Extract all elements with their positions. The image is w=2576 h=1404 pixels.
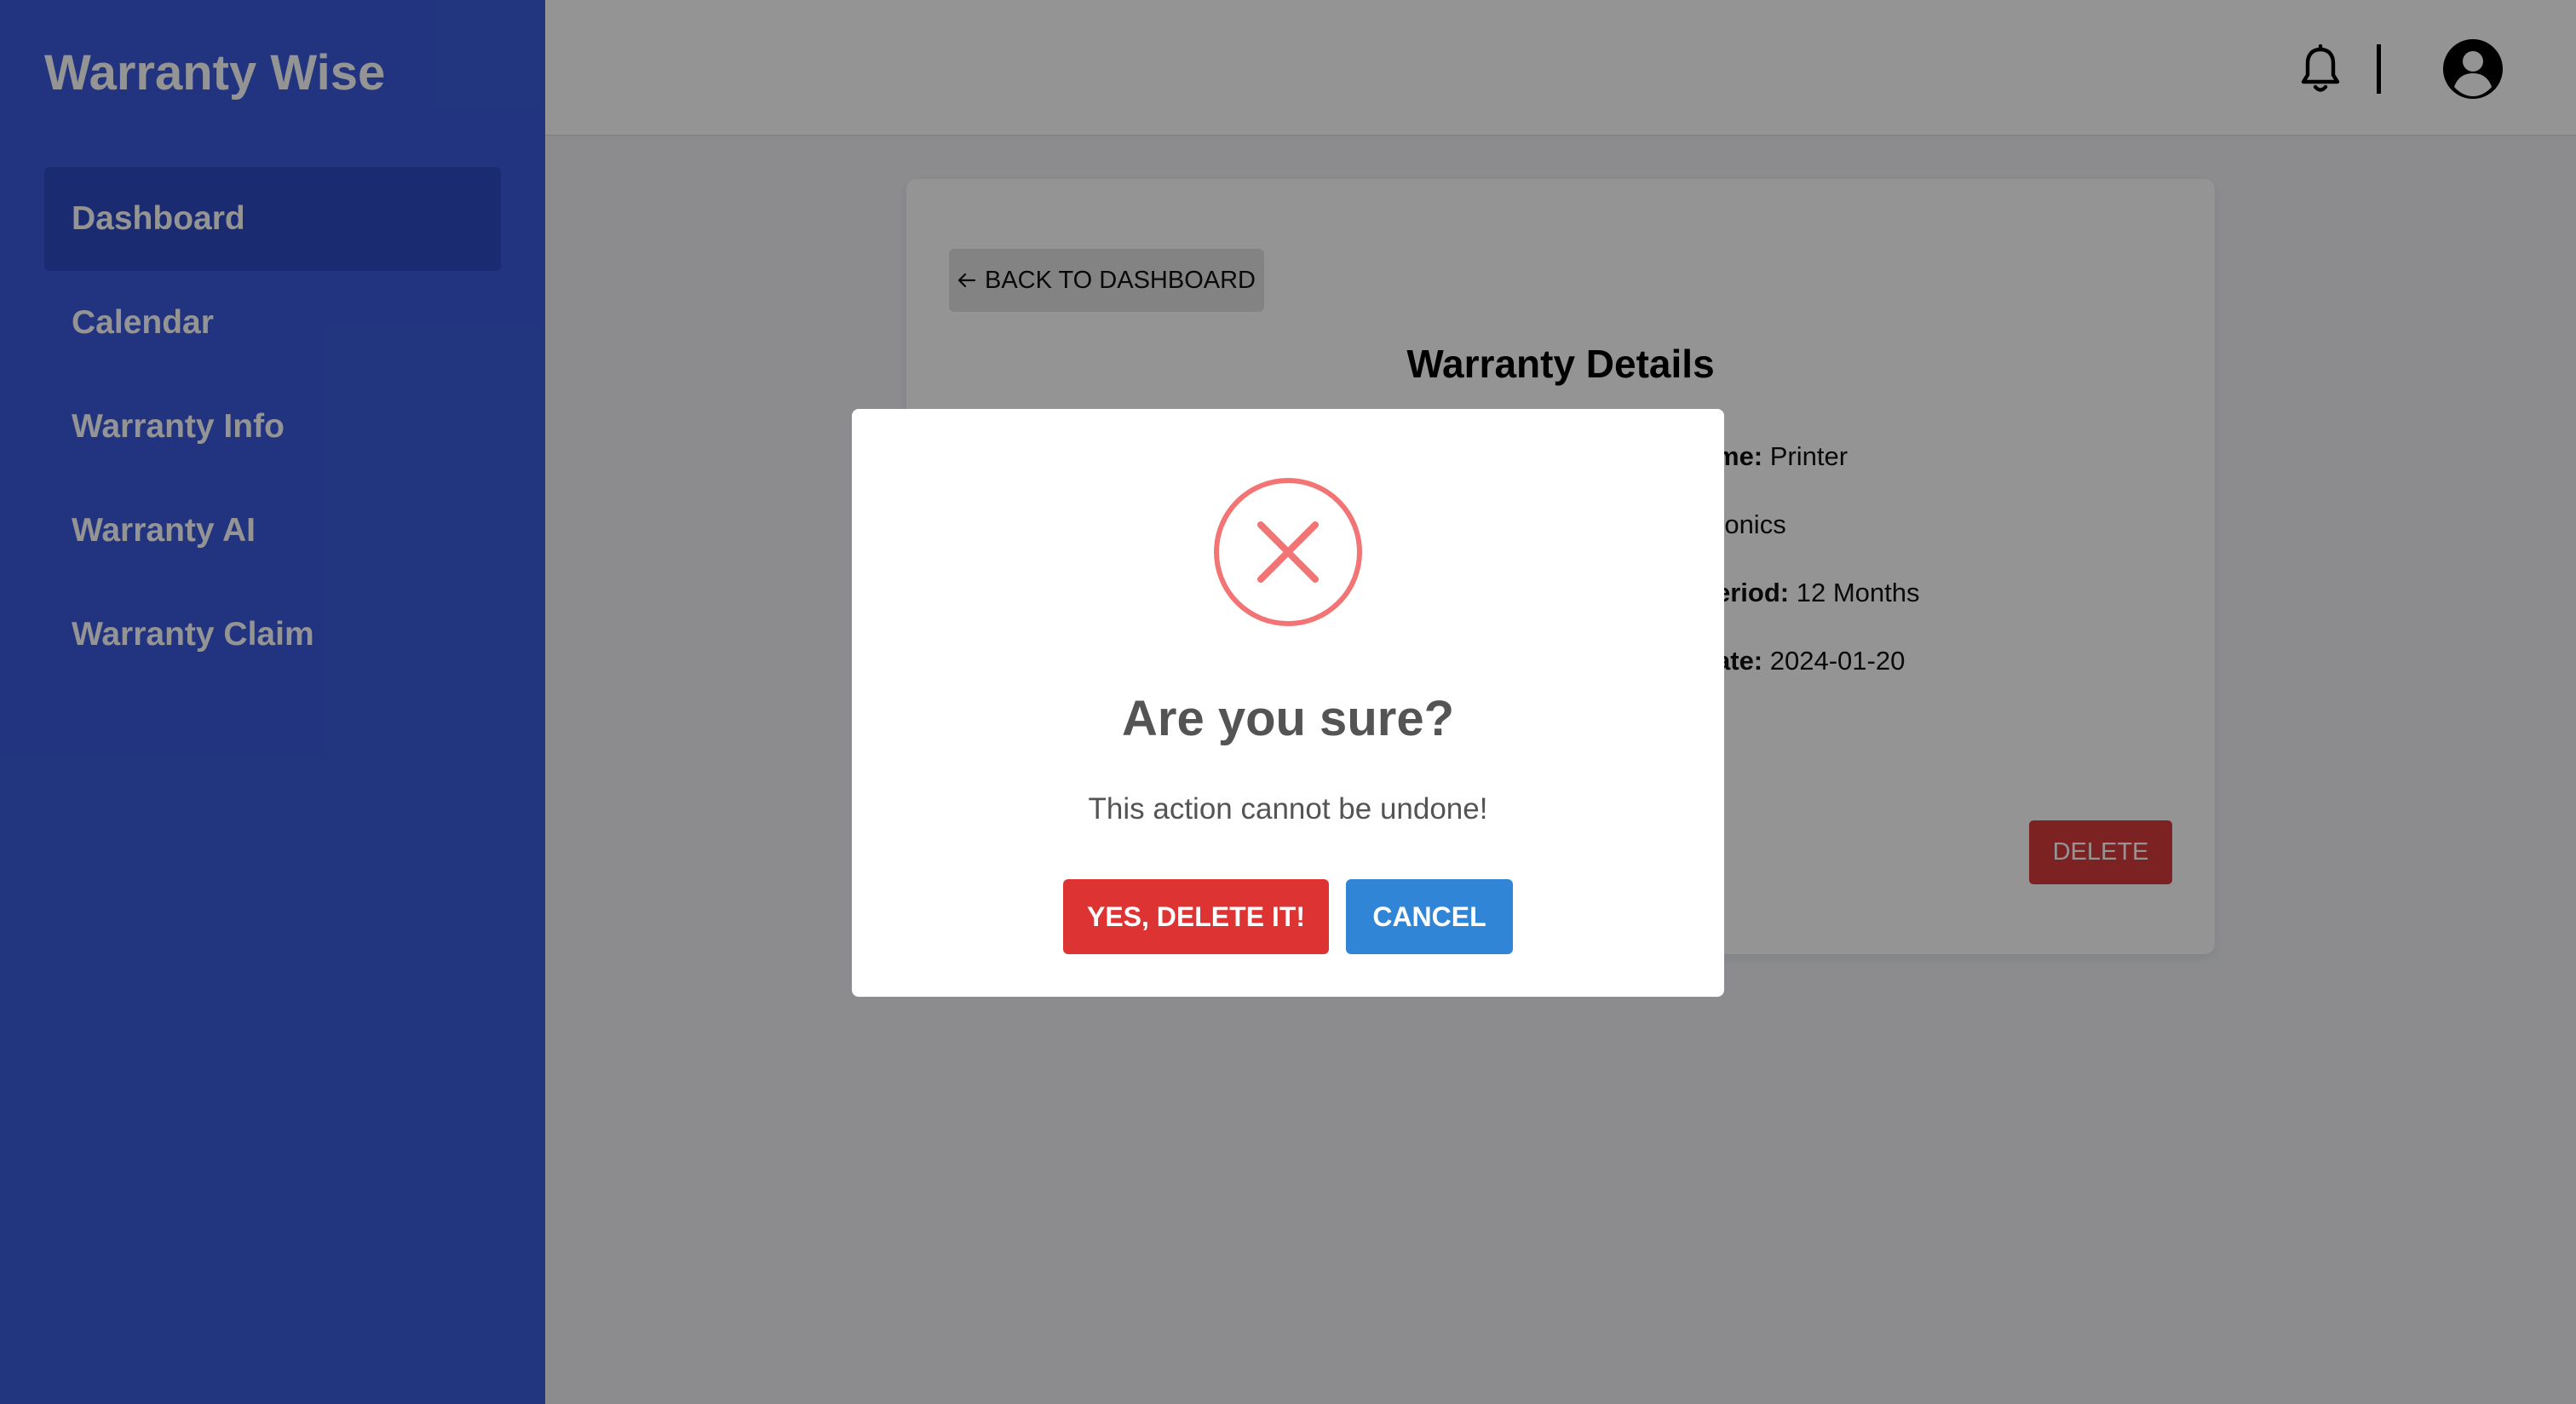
dialog-message: This action cannot be undone! <box>1088 792 1488 826</box>
confirm-delete-button[interactable]: YES, DELETE IT! <box>1063 879 1329 954</box>
error-x-circle-icon <box>1213 477 1363 627</box>
confirm-dialog: Are you sure? This action cannot be undo… <box>852 409 1724 997</box>
dialog-title: Are you sure? <box>1122 691 1454 746</box>
cancel-button[interactable]: CANCEL <box>1346 879 1513 954</box>
app-root: Warranty Wise Dashboard Calendar Warrant… <box>0 0 2576 1404</box>
